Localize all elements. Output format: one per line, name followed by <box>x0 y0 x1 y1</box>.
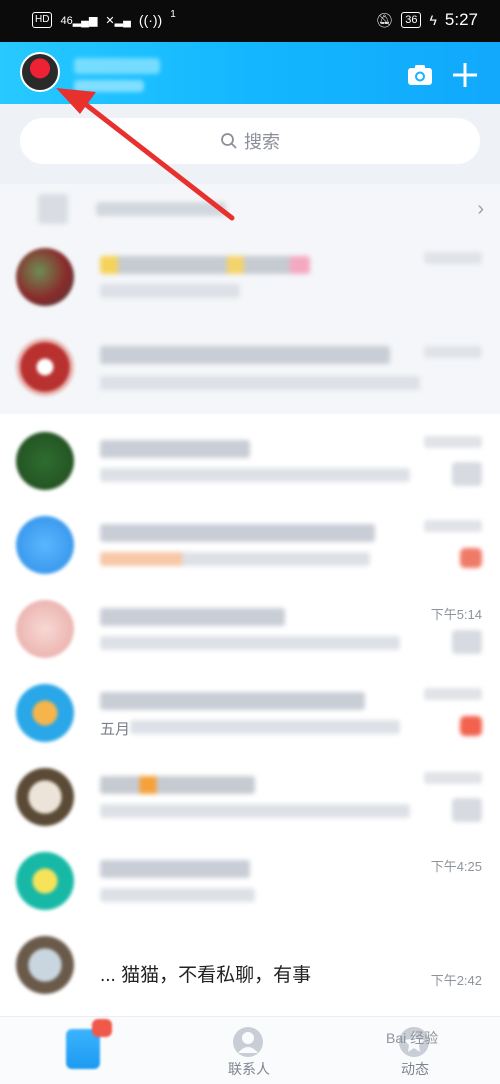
add-button[interactable] <box>450 60 480 90</box>
chat-item[interactable] <box>0 418 500 502</box>
chat-time <box>424 346 482 358</box>
chat-title-blurred <box>100 346 390 364</box>
chat-avatar <box>16 936 74 994</box>
camera-button[interactable] <box>405 60 435 90</box>
notice-text-blurred <box>96 202 226 216</box>
chat-avatar <box>16 248 74 306</box>
chat-title-blurred <box>100 524 375 542</box>
chat-item[interactable]: 下午4:25 <box>0 838 500 922</box>
chat-preview-blurred <box>100 804 410 818</box>
hotspot-count: 1 <box>170 8 176 20</box>
chat-item[interactable]: ... 猫猫，不看私聊，有事 下午2:42 <box>0 922 500 1006</box>
unread-badge <box>460 716 482 736</box>
battery-level: 36 <box>401 12 422 28</box>
chat-avatar <box>16 432 74 490</box>
tab-label: 动态 <box>401 1061 429 1077</box>
chat-time: 下午4:25 <box>430 859 482 874</box>
chat-preview-blurred <box>100 468 410 482</box>
chat-title-blurred <box>100 608 285 626</box>
notice-row[interactable] <box>0 184 500 234</box>
chat-title-blurred <box>100 692 365 710</box>
clock: 5:27 <box>444 10 478 29</box>
hd-indicator: HD <box>32 12 53 28</box>
unread-badge <box>460 548 482 568</box>
status-bar: HD 46▂▄▆ ✕▂▄ ((·)) 1 🔕︎ 36 ϟ 5:27 <box>0 0 500 42</box>
chat-time <box>424 252 482 264</box>
chat-avatar <box>16 768 74 826</box>
search-bar[interactable]: 搜索 <box>20 118 480 164</box>
chat-time <box>424 772 482 784</box>
unread-dot <box>92 1019 112 1037</box>
network-type: 46 <box>60 14 73 27</box>
chat-time <box>424 520 482 532</box>
profile-status-blurred <box>74 80 144 92</box>
chat-title-blurred <box>100 776 255 794</box>
profile-avatar[interactable] <box>20 52 60 92</box>
chat-time: 下午2:42 <box>430 973 482 988</box>
chat-preview-blurred <box>130 720 400 734</box>
camera-icon <box>408 65 432 85</box>
chat-preview-blurred <box>100 284 240 298</box>
bottom-tab-bar: 联系人 动态 <box>0 1016 500 1084</box>
chat-preview-prefix: 五月 <box>100 721 131 738</box>
chat-time <box>424 688 482 700</box>
chat-avatar <box>16 684 74 742</box>
tab-messages[interactable] <box>0 1017 166 1084</box>
chat-avatar <box>16 338 74 396</box>
search-icon <box>221 133 237 149</box>
chat-avatar <box>16 516 74 574</box>
hotspot-icon: ((·)) <box>138 12 163 28</box>
chat-preview-blurred <box>100 636 400 650</box>
chat-item[interactable] <box>0 754 500 838</box>
notice-icon <box>38 194 68 224</box>
chat-avatar <box>16 600 74 658</box>
search-placeholder: 搜索 <box>244 132 280 152</box>
mute-icon: 🔕︎ <box>375 11 394 28</box>
chat-time: 下午5:14 <box>430 607 482 622</box>
chat-item[interactable] <box>0 502 500 586</box>
chevron-right-icon: › <box>477 198 484 220</box>
chat-title-blurred <box>100 860 250 878</box>
chat-title-blurred <box>100 256 310 274</box>
chat-preview-blurred <box>100 552 370 566</box>
no-sim-icon: ✕▂▄ <box>105 14 131 27</box>
profile-name-blurred <box>74 58 160 74</box>
chat-item[interactable] <box>0 318 500 414</box>
charging-icon: ϟ <box>429 12 437 28</box>
tab-label: 联系人 <box>228 1061 270 1077</box>
muted-badge <box>452 798 482 822</box>
watermark-text: Bai 经验 <box>386 1030 439 1046</box>
chat-preview-blurred <box>100 376 420 390</box>
plus-icon <box>453 63 477 87</box>
chat-preview-blurred <box>100 888 255 902</box>
chat-time <box>424 436 482 448</box>
chat-title-text: ... 猫猫，不看私聊，有事 <box>100 965 312 986</box>
signal-icon: 46▂▄▆ <box>60 14 98 27</box>
chat-item[interactable]: 五月 <box>0 670 500 754</box>
chat-item[interactable] <box>0 234 500 318</box>
chat-item[interactable]: 下午5:14 <box>0 586 500 670</box>
chat-avatar <box>16 852 74 910</box>
tab-contacts[interactable]: 联系人 <box>166 1017 332 1084</box>
contacts-icon <box>233 1027 263 1057</box>
chat-title-blurred <box>100 440 250 458</box>
muted-badge <box>452 630 482 654</box>
muted-badge <box>452 462 482 486</box>
